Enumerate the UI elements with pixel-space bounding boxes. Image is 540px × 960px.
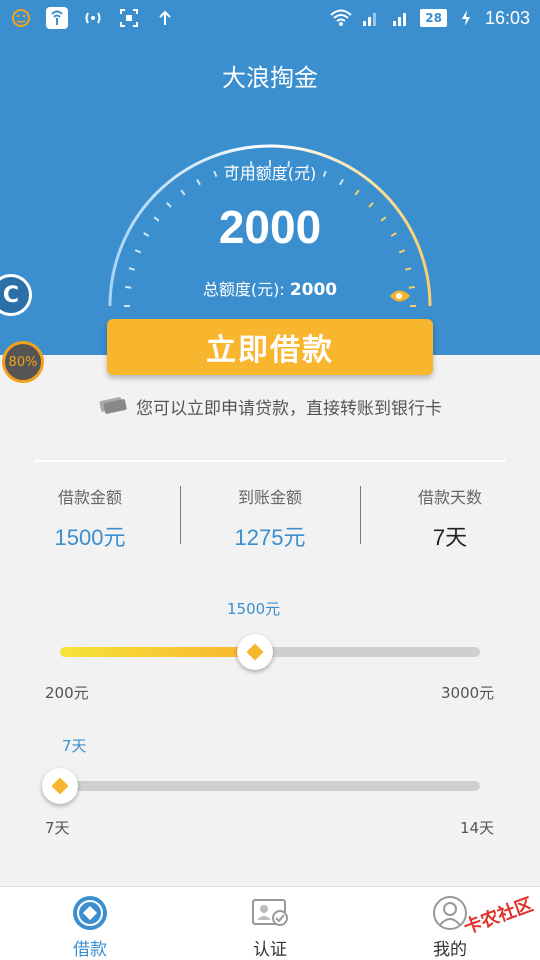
bottom-nav: 借款 认证 我的 xyxy=(0,886,540,960)
gauge-tick xyxy=(128,267,136,271)
tip-row: 您可以立即申请贷款，直接转账到银行卡 xyxy=(0,394,540,419)
credit-header: 大浪掏金 可用额度(元) 2000 总额度(元): 2000 C xyxy=(0,36,540,355)
progress-badge[interactable]: 80% xyxy=(2,341,44,383)
id-card-icon xyxy=(252,895,288,931)
divider xyxy=(34,460,506,462)
loan-summary: 借款金额 1500元 到账金额 1275元 借款天数 7天 xyxy=(0,478,540,550)
nav-verify[interactable]: 认证 xyxy=(180,887,360,960)
wifi-icon xyxy=(330,7,352,29)
stat-loan-days: 借款天数 7天 xyxy=(360,478,540,550)
gauge-tick xyxy=(180,189,186,196)
slider-handle[interactable] xyxy=(42,768,78,804)
slider-current-value: 1500元 xyxy=(227,600,281,618)
nav-label: 我的 xyxy=(433,940,467,960)
slider-handle[interactable] xyxy=(237,634,273,670)
total-credit: 总额度(元): 2000 xyxy=(0,276,540,300)
slider-track[interactable] xyxy=(60,781,480,791)
slider-max-label: 3000元 xyxy=(441,684,495,702)
bank-card-icon xyxy=(98,394,128,419)
stat-label: 到账金额 xyxy=(237,488,302,507)
screenshot-icon xyxy=(118,7,140,29)
slider-min-label: 7天 xyxy=(45,819,70,837)
hotspot-app-icon xyxy=(46,7,68,29)
stat-label: 借款金额 xyxy=(57,488,122,507)
total-label: 总额度(元): xyxy=(202,280,290,299)
slider-min-label: 200元 xyxy=(45,684,89,702)
total-amount: 2000 xyxy=(289,280,338,300)
upload-arrow-icon xyxy=(154,7,176,29)
hotspot-icon xyxy=(82,7,104,29)
available-label: 可用额度(元) xyxy=(223,164,317,183)
charging-icon xyxy=(455,7,477,29)
gauge-tick xyxy=(354,189,360,196)
borrow-now-button[interactable]: 立即借款 xyxy=(107,319,433,375)
available-amount: 2000 xyxy=(218,201,322,253)
gauge-tick xyxy=(404,267,412,271)
stat-value: 1275元 xyxy=(234,525,306,550)
gauge-marker-icon xyxy=(388,286,412,310)
slider-max-label: 14天 xyxy=(460,819,495,837)
stat-loan-amount: 借款金额 1500元 xyxy=(0,478,180,550)
stat-received-amount: 到账金额 1275元 xyxy=(180,478,360,550)
battery-level: 28 xyxy=(420,9,447,27)
app-title: 大浪掏金 xyxy=(222,64,318,92)
stat-value: 1500元 xyxy=(54,525,126,550)
slider-fill xyxy=(60,647,255,657)
signal-1-icon xyxy=(360,7,382,29)
loan-icon xyxy=(72,895,108,931)
slider-current-value: 7天 xyxy=(62,737,87,755)
status-bar: 28 16:03 xyxy=(0,0,540,36)
stat-label: 借款天数 xyxy=(417,488,482,507)
stat-value: 7天 xyxy=(432,525,468,550)
signal-2-icon xyxy=(390,7,412,29)
clock: 16:03 xyxy=(484,7,530,28)
days-slider[interactable]: 7天 7天 14天 xyxy=(0,735,540,845)
nav-loan[interactable]: 借款 xyxy=(0,887,180,960)
emoji-icon xyxy=(10,7,32,29)
amount-slider[interactable]: 1500元 200元 3000元 xyxy=(0,598,540,708)
tip-text: 您可以立即申请贷款，直接转账到银行卡 xyxy=(136,399,442,419)
nav-label: 认证 xyxy=(253,940,287,960)
nav-label: 借款 xyxy=(73,940,107,960)
